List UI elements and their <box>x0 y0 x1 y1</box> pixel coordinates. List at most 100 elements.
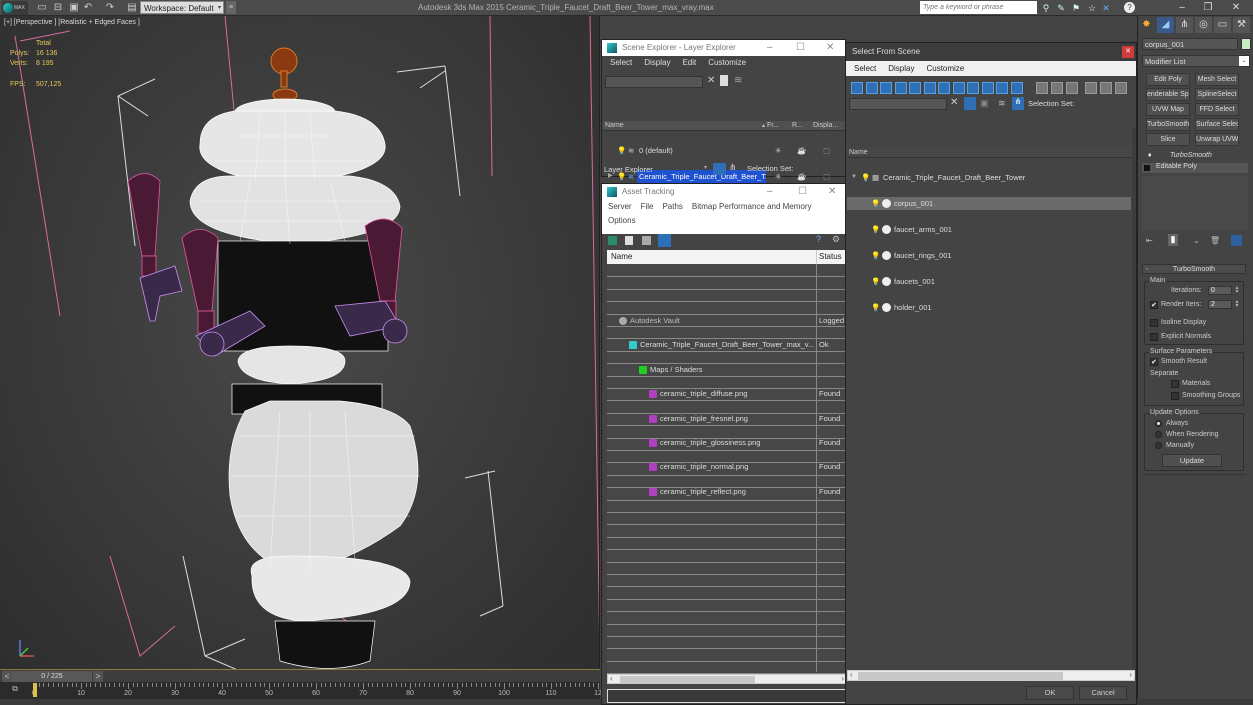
object-row[interactable]: 💡 holder_001 <box>847 301 1131 314</box>
modifier-button[interactable]: Unwrap UVW <box>1195 133 1239 146</box>
update-option-radio[interactable] <box>1155 420 1162 427</box>
iterations-input[interactable]: 0 <box>1208 286 1232 295</box>
stack-item-editable-poly[interactable]: Editable Poly <box>1142 163 1248 173</box>
clear-icon[interactable]: ✕ <box>950 97 958 108</box>
detail-view-icon[interactable] <box>642 236 651 245</box>
lightbulb-icon[interactable]: 💡 <box>861 171 870 184</box>
scroll-right-icon[interactable]: › <box>841 674 844 683</box>
menu-display[interactable]: Display <box>644 56 670 70</box>
close-button[interactable]: ✕ <box>828 184 836 200</box>
object-row[interactable]: 💡 faucets_001 <box>847 275 1131 288</box>
project-folder-icon[interactable]: ▤ <box>126 2 138 13</box>
menu-select[interactable]: Select <box>854 61 876 76</box>
menu-file[interactable]: File <box>641 200 654 214</box>
curve-editor-icon[interactable]: ⧉ <box>8 684 22 695</box>
stack-expand-icon[interactable] <box>1144 165 1150 171</box>
display-spacewarps-icon[interactable] <box>923 82 936 94</box>
teapot-icon[interactable]: ☕ <box>797 170 806 183</box>
maximize-button[interactable]: ☐ <box>796 40 805 56</box>
ok-button[interactable]: OK <box>1026 686 1074 700</box>
settings-icon[interactable]: ⚙ <box>832 234 840 245</box>
frame-ruler[interactable]: 010203040506070809010011012 <box>30 682 602 699</box>
modifier-list-dropdown[interactable]: Modifier List ⌄ <box>1142 55 1250 67</box>
select-from-scene-titlebar[interactable]: Select From Scene ✕ <box>846 43 1136 61</box>
column-status[interactable]: Status <box>819 250 842 264</box>
modifier-stack[interactable] <box>1142 176 1248 230</box>
viewport-label[interactable]: [+] [Perspective ] [Realistic + Edged Fa… <box>4 19 140 26</box>
display-containers-icon[interactable] <box>981 82 994 94</box>
layer-settings-icon[interactable]: ≋ <box>734 75 742 86</box>
render-iters-checkbox[interactable]: ✔ <box>1150 301 1158 309</box>
display-cameras-icon[interactable] <box>894 82 907 94</box>
redo-icon[interactable]: ↷ <box>104 2 116 13</box>
lightbulb-icon[interactable]: 💡 <box>617 144 626 157</box>
display-bones-icon[interactable] <box>967 82 979 94</box>
asset-row[interactable]: ceramic_triple_diffuse.png Found <box>607 388 847 400</box>
filter-options-icon[interactable] <box>1100 82 1112 94</box>
hierarchy-icon[interactable]: ⋔ <box>1012 97 1024 110</box>
scene-explorer-titlebar[interactable]: Scene Explorer - Layer Explorer – ☐ ✕ <box>602 40 845 56</box>
menu-select[interactable]: Select <box>610 56 632 70</box>
list-view-icon[interactable] <box>625 236 633 245</box>
asset-horizontal-scrollbar[interactable]: ‹ › <box>607 674 847 684</box>
asset-row[interactable]: Ceramic_Triple_Faucet_Draft_Beer_Tower_m… <box>607 339 847 351</box>
display-hidden-icon[interactable] <box>1010 82 1023 94</box>
select-dependents-icon[interactable]: ▣ <box>980 98 989 109</box>
show-end-result-icon[interactable]: ▮ <box>1168 234 1178 246</box>
display-icon[interactable]: ▢ <box>823 170 830 183</box>
time-slider-thumb[interactable]: 0 / 225 <box>12 671 92 682</box>
layers-toggle-icon[interactable] <box>713 163 726 175</box>
restore-button[interactable]: ❐ <box>1196 0 1220 16</box>
tab-display[interactable]: ▭ <box>1214 17 1231 33</box>
lightbulb-icon[interactable]: 💡 <box>871 301 880 314</box>
modifier-button[interactable]: Slice <box>1146 133 1190 146</box>
table-view-icon[interactable] <box>658 234 671 247</box>
close-button[interactable]: ✕ <box>1224 0 1248 16</box>
lightbulb-icon[interactable]: 💡 <box>871 197 880 210</box>
scroll-thumb[interactable] <box>620 676 755 684</box>
object-row[interactable]: 💡 faucet_arms_001 <box>847 223 1131 236</box>
modifier-button[interactable]: TurboSmooth <box>1146 118 1190 131</box>
minimize-button[interactable]: – <box>767 184 773 200</box>
clear-icon[interactable]: ✕ <box>707 75 715 86</box>
asset-row[interactable]: ceramic_triple_glossiness.png Found <box>607 437 847 449</box>
layers-icon[interactable]: ≋ <box>998 98 1006 109</box>
satellite-icon[interactable]: ⚑ <box>1070 2 1082 14</box>
column-display[interactable]: Displa... <box>813 121 838 131</box>
find-input[interactable] <box>605 76 703 88</box>
isoline-display-checkbox[interactable] <box>1150 319 1158 327</box>
smoothing-groups-checkbox[interactable] <box>1171 392 1179 400</box>
workspace-menu-button[interactable]: ≡ <box>226 1 236 14</box>
lightbulb-icon[interactable]: ♦ <box>1148 152 1152 159</box>
configure-sets-icon[interactable] <box>1231 235 1242 246</box>
display-all-icon[interactable] <box>1036 82 1048 94</box>
scroll-left-icon[interactable]: ‹ <box>610 674 613 683</box>
prev-frame-button[interactable]: < <box>2 671 12 682</box>
render-iters-input[interactable]: 2 <box>1208 300 1232 309</box>
object-row[interactable]: 💡 corpus_001 <box>847 197 1131 210</box>
asset-row[interactable]: Maps / Shaders <box>607 364 847 376</box>
undo-icon[interactable]: ↶ <box>82 2 94 13</box>
remove-modifier-icon[interactable]: 🗑 <box>1210 236 1220 245</box>
materials-checkbox[interactable] <box>1171 380 1179 388</box>
help-search-input[interactable] <box>920 1 1037 14</box>
menu-bitmap-performance[interactable]: Bitmap Performance and Memory <box>692 200 812 214</box>
display-xrefs-icon[interactable] <box>952 82 965 94</box>
modifier-button[interactable]: enderable Spli <box>1146 88 1190 101</box>
select-highlighted-icon[interactable] <box>964 97 976 110</box>
column-freeze[interactable]: Fr... <box>767 121 779 131</box>
explicit-normals-checkbox[interactable] <box>1150 333 1158 341</box>
cancel-button[interactable]: Cancel <box>1079 686 1127 700</box>
tab-hierarchy[interactable]: ⋔ <box>1176 17 1193 33</box>
new-layer-icon[interactable] <box>720 75 728 86</box>
update-button[interactable]: Update <box>1162 454 1222 467</box>
asset-row[interactable]: ceramic_triple_normal.png Found <box>607 461 847 473</box>
menu-paths[interactable]: Paths <box>662 200 682 214</box>
menu-edit[interactable]: Edit <box>682 56 696 70</box>
tree-root-row[interactable]: ▼ 💡 ▦ Ceramic_Triple_Faucet_Draft_Beer_T… <box>847 171 1135 184</box>
refresh-icon[interactable] <box>608 236 617 245</box>
display-geometry-icon[interactable] <box>851 82 863 94</box>
display-lights-icon[interactable] <box>880 82 892 94</box>
current-frame-marker[interactable] <box>33 683 37 697</box>
app-menu-button[interactable]: MAX <box>2 1 28 15</box>
